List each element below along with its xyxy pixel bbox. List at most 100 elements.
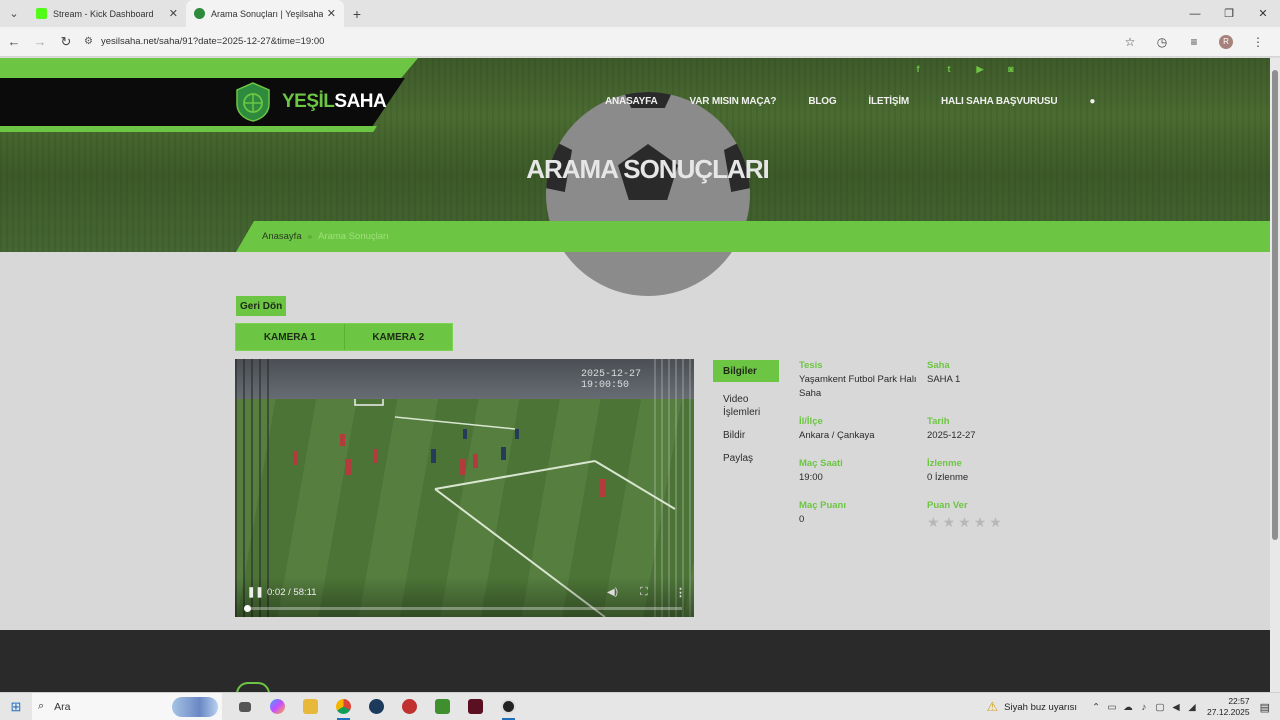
- info-il-ilce: İl/İlçe Ankara / Çankaya: [799, 416, 919, 443]
- video-timestamp: 2025-12-27 19:00:50: [581, 369, 642, 391]
- info-label: Saha: [927, 360, 950, 371]
- side-item-paylas[interactable]: Paylaş: [713, 447, 779, 470]
- star-icon[interactable]: ★: [927, 514, 940, 531]
- info-tarih: Tarih 2025-12-27: [927, 416, 1047, 443]
- monitor-icon[interactable]: ▢: [1155, 702, 1165, 713]
- site-logo[interactable]: YEŞİLSAHA: [236, 78, 387, 126]
- network-icon[interactable]: ◢: [1187, 702, 1197, 713]
- tab-close-icon[interactable]: ✕: [327, 7, 336, 20]
- side-item-bildir[interactable]: Bildir: [713, 424, 779, 447]
- logo-text-green: YEŞİL: [282, 91, 335, 112]
- chevron-up-icon[interactable]: ⌃: [1091, 702, 1101, 713]
- minimize-icon[interactable]: —: [1178, 0, 1212, 27]
- info-value: 0 İzlenme: [927, 472, 969, 483]
- display-icon[interactable]: ▭: [1107, 702, 1117, 713]
- volume-tray-icon[interactable]: ◀: [1171, 702, 1181, 713]
- info-saha: Saha SAHA 1: [927, 360, 1047, 387]
- breadcrumb: Anasayfa » Arama Sonuçları: [236, 221, 1270, 252]
- new-tab-icon[interactable]: +: [344, 0, 370, 27]
- taskbar-search[interactable]: ⌕ Ara: [32, 692, 222, 720]
- star-icon[interactable]: ★: [958, 514, 971, 531]
- info-mac-saati: Maç Saati 19:00: [799, 458, 919, 485]
- task-view-icon[interactable]: [228, 693, 261, 720]
- obs-icon[interactable]: [492, 693, 525, 720]
- football-image: [546, 92, 750, 296]
- toolbar-right: ☆ ◷ ≡ R ⋮: [1114, 34, 1280, 49]
- youtube-icon[interactable]: ▶: [974, 64, 986, 75]
- nav-blog[interactable]: BLOG: [808, 96, 836, 107]
- url-text: yesilsaha.net/saha/91?date=2025-12-27&ti…: [100, 36, 325, 47]
- tab-kick-dashboard[interactable]: Stream - Kick Dashboard ✕: [28, 0, 186, 27]
- file-explorer-icon[interactable]: [294, 693, 327, 720]
- info-value: 19:00: [799, 472, 823, 483]
- page-scrollbar[interactable]: [1270, 58, 1280, 692]
- info-puan-ver: Puan Ver ★ ★ ★ ★ ★: [927, 500, 1047, 531]
- video-player[interactable]: 2025-12-27 19:00:50 ❚❚ 0:02 / 58:11 ◀) ⛶…: [235, 359, 694, 617]
- fullscreen-icon[interactable]: ⛶: [640, 586, 648, 599]
- url-field[interactable]: ⚙ yesilsaha.net/saha/91?date=2025-12-27&…: [84, 36, 1114, 47]
- rating-stars: ★ ★ ★ ★ ★: [927, 514, 1047, 531]
- close-window-icon[interactable]: ✕: [1246, 0, 1280, 27]
- back-icon[interactable]: ←: [2, 30, 26, 54]
- instagram-icon[interactable]: ◙: [1005, 64, 1017, 75]
- site-info-icon[interactable]: ⚙: [84, 36, 93, 47]
- star-icon[interactable]: ★: [943, 514, 956, 531]
- minecraft-icon[interactable]: [426, 693, 459, 720]
- restore-icon[interactable]: ❐: [1212, 0, 1246, 27]
- media-controls-icon[interactable]: ≡: [1178, 35, 1210, 49]
- info-label: Maç Puanı: [799, 500, 846, 511]
- tab-kamera-1[interactable]: KAMERA 1: [236, 324, 344, 350]
- scrollbar-thumb[interactable]: [1272, 70, 1278, 540]
- profile-avatar[interactable]: R: [1219, 34, 1233, 49]
- volume-icon[interactable]: ◀): [607, 587, 618, 598]
- facebook-icon[interactable]: f: [912, 64, 924, 75]
- game-app-icon[interactable]: [393, 693, 426, 720]
- breadcrumb-home[interactable]: Anasayfa: [262, 231, 302, 242]
- back-button[interactable]: Geri Dön: [236, 296, 287, 316]
- video-more-icon[interactable]: ⋮: [675, 586, 686, 599]
- web-page: YEŞİLSAHA f t ▶ ◙ ANASAYFA VAR MISIN MAÇ…: [0, 58, 1270, 692]
- tab-close-icon[interactable]: ✕: [169, 7, 178, 20]
- valorant-icon[interactable]: [459, 693, 492, 720]
- info-value: SAHA 1: [927, 374, 961, 385]
- steam-icon[interactable]: [360, 693, 393, 720]
- nav-anasayfa[interactable]: ANASAYFA: [605, 96, 658, 107]
- weather-widget[interactable]: ⚠ Siyah buz uyarısı: [987, 699, 1078, 715]
- nav-var-misin-maca[interactable]: VAR MISIN MAÇA?: [690, 96, 777, 107]
- windows-start-icon[interactable]: ⊞: [0, 693, 32, 720]
- copilot-icon[interactable]: [261, 693, 294, 720]
- reload-icon[interactable]: ↻: [54, 30, 78, 54]
- taskbar: ⊞ ⌕ Ara ⚠ Siyah buz uyarısı ⌃ ▭ ☁ ♪ ▢ ◀ …: [0, 692, 1280, 720]
- pause-icon[interactable]: ❚❚: [247, 587, 264, 598]
- cloud-icon[interactable]: ☁: [1123, 702, 1133, 713]
- page-footer: [0, 630, 1270, 692]
- nav-iletisim[interactable]: İLETİŞİM: [868, 96, 909, 107]
- video-controls: ❚❚ 0:02 / 58:11 ◀) ⛶ ⋮: [235, 577, 694, 617]
- microphone-icon[interactable]: ♪: [1139, 702, 1149, 713]
- yesilsaha-favicon-icon: [194, 8, 205, 19]
- logo-text: YEŞİLSAHA: [282, 91, 387, 113]
- star-icon[interactable]: ★: [974, 514, 987, 531]
- video-progress-knob[interactable]: [244, 605, 252, 612]
- tab-kamera-2[interactable]: KAMERA 2: [343, 324, 453, 350]
- history-icon[interactable]: ◷: [1146, 35, 1178, 49]
- tray-icons: ⌃ ▭ ☁ ♪ ▢ ◀ ◢: [1091, 702, 1197, 713]
- tab-arama-sonuclari[interactable]: Arama Sonuçları | Yeşilsaha ✕: [186, 0, 344, 27]
- video-progress-bar[interactable]: [244, 605, 682, 612]
- forward-icon[interactable]: →: [28, 30, 52, 54]
- side-item-bilgiler[interactable]: Bilgiler: [713, 360, 779, 382]
- twitter-icon[interactable]: t: [943, 64, 955, 75]
- notifications-icon[interactable]: ▤: [1260, 701, 1270, 714]
- clock[interactable]: 22:57 27.12.2025: [1207, 696, 1250, 717]
- chrome-icon[interactable]: [327, 693, 360, 720]
- bookmark-star-icon[interactable]: ☆: [1114, 35, 1146, 49]
- side-item-video-islemleri[interactable]: Video İşlemleri: [713, 388, 779, 424]
- nav-hali-saha-basvurusu[interactable]: HALI SAHA BAŞVURUSU: [941, 96, 1058, 107]
- browser-menu-icon[interactable]: ⋮: [1242, 35, 1274, 49]
- header-accent-strip: [0, 58, 418, 78]
- user-icon[interactable]: ●: [1089, 96, 1095, 107]
- tab-search-menu-icon[interactable]: ⌄: [0, 0, 28, 27]
- star-icon[interactable]: ★: [989, 514, 1002, 531]
- info-tesis: Tesis Yaşamkent Futbol Park Halı Saha: [799, 360, 919, 401]
- search-highlight-image: [172, 696, 218, 717]
